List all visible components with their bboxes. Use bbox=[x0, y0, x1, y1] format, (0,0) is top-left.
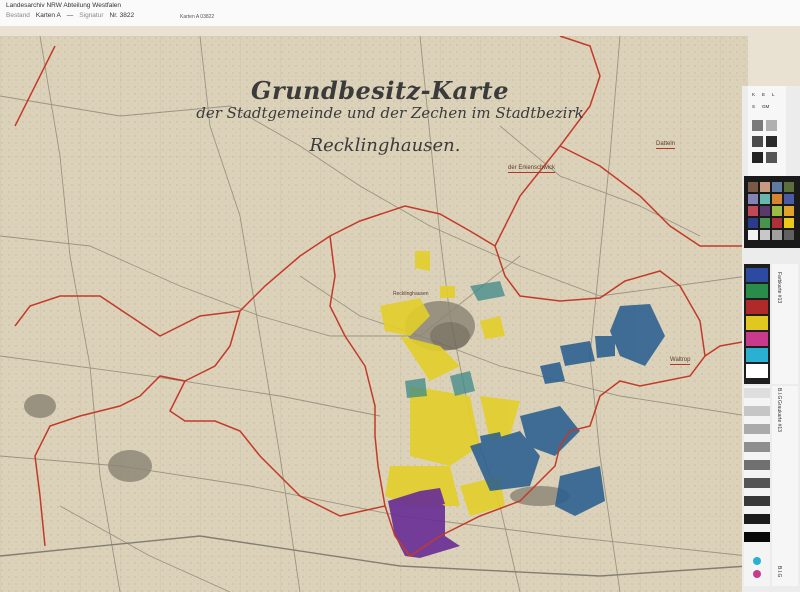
map-subtitle: der Stadtgemeinde und der Zechen im Stad… bbox=[196, 104, 584, 122]
strip-tick-a: B.I.G bbox=[776, 388, 782, 400]
color-card-icon bbox=[752, 120, 763, 131]
strip-tick-b: B.I.G bbox=[776, 566, 782, 578]
card-swatch-black bbox=[752, 152, 763, 163]
archive-header: Landesarchiv NRW Abteilung Westfalen Bes… bbox=[0, 0, 800, 26]
place-datteln: Datteln bbox=[656, 141, 676, 149]
archive-small-note: Karten A 03822 bbox=[180, 14, 215, 20]
place-waltrop: Waltrop bbox=[670, 357, 691, 365]
card-swatch-mid bbox=[766, 152, 777, 163]
strip-farbkarte-label: Farbkarte #13 bbox=[776, 272, 782, 304]
card-line-l: L bbox=[772, 92, 775, 97]
card-swatch-dark bbox=[766, 136, 777, 147]
card-line-s: S bbox=[752, 104, 756, 109]
card-line-e: E bbox=[762, 92, 766, 97]
map-sheet: Grundbesitz-Karte der Stadtgemeinde und … bbox=[0, 36, 748, 592]
grayscale-icon bbox=[766, 120, 777, 131]
place-recklinghausen: Recklinghausen bbox=[393, 291, 429, 297]
color-reference-card: K E L S GM bbox=[748, 86, 786, 176]
archive-name: Landesarchiv NRW Abteilung Westfalen bbox=[6, 2, 122, 9]
archive-reference: Bestand Karten A — Signatur Nr. 3822 bbox=[6, 12, 135, 19]
map-title: Grundbesitz-Karte bbox=[250, 76, 510, 105]
card-line-k: K bbox=[752, 92, 756, 97]
scale-ruler-icon bbox=[752, 136, 763, 147]
strip-graukarte-label: Graukarte #13 bbox=[776, 400, 782, 432]
card-line-gm: GM bbox=[762, 104, 770, 109]
place-erkenschwick: der Erkenschwick bbox=[508, 165, 556, 173]
map-city-name: Recklinghausen. bbox=[309, 135, 461, 156]
